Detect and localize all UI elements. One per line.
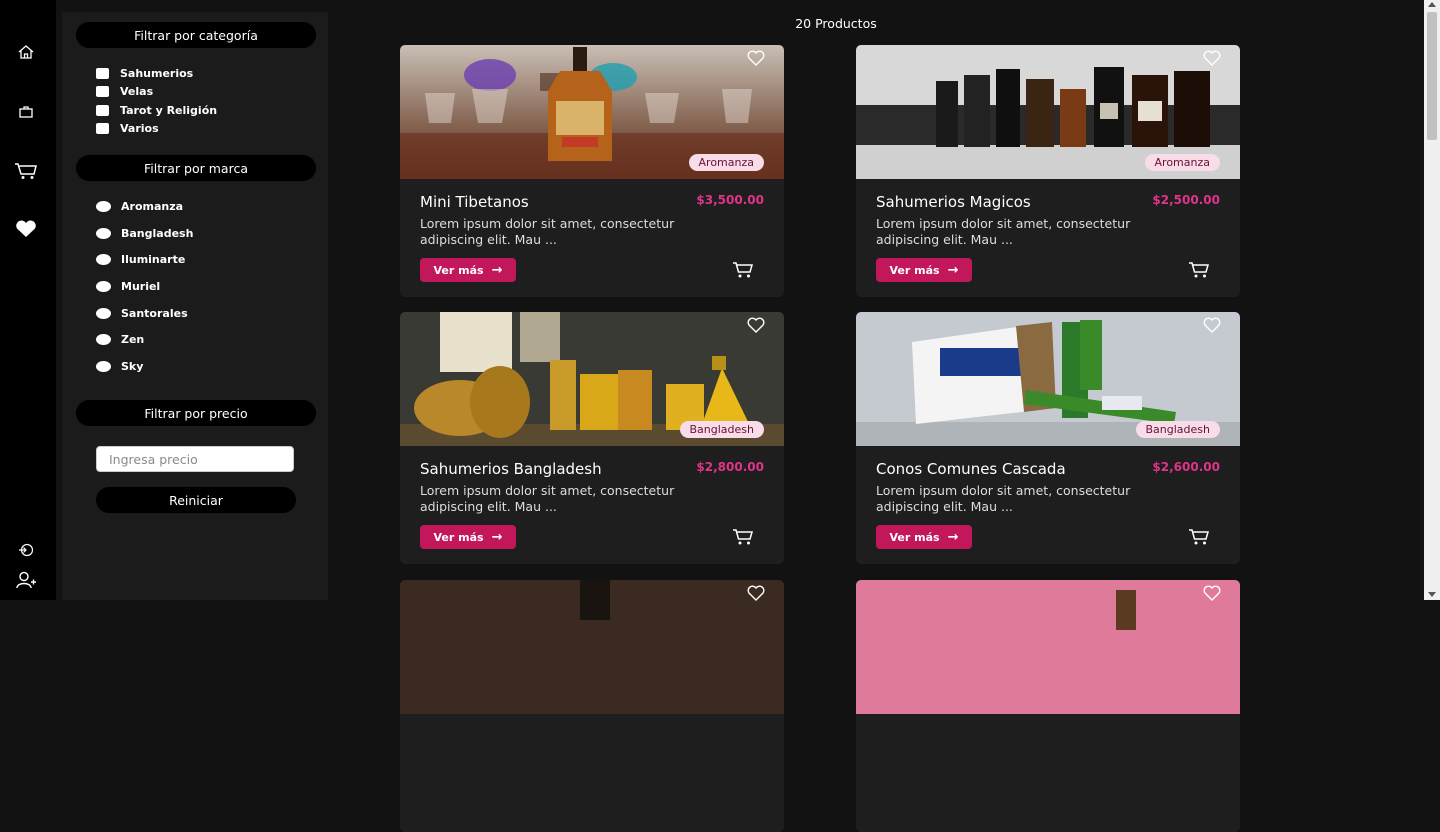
filters-panel: Filtrar por categoría Sahumerios Velas T… <box>62 12 328 600</box>
brand-filter-list: Aromanza Bangladesh Iluminarte Muriel Sa… <box>96 193 193 380</box>
view-more-button[interactable]: Ver más → <box>876 525 972 549</box>
view-more-label: Ver más <box>433 263 484 277</box>
products-count: 20 Productos <box>795 16 877 31</box>
favorite-heart-icon[interactable] <box>747 585 765 601</box>
add-user-icon[interactable] <box>14 568 38 592</box>
scrollbar-thumb[interactable] <box>1427 12 1437 140</box>
brand-option-label: Bangladesh <box>121 226 194 240</box>
checkbox[interactable] <box>96 123 109 135</box>
favorite-heart-icon[interactable] <box>747 50 765 66</box>
product-description: Lorem ipsum dolor sit amet, consectetur … <box>420 216 675 247</box>
product-description: Lorem ipsum dolor sit amet, consectetur … <box>876 483 1131 514</box>
scrollbar[interactable] <box>1424 0 1440 600</box>
category-option[interactable]: Velas <box>96 83 217 102</box>
product-card: Aromanza Mini Tibetanos $3,500.00 Lorem … <box>400 45 784 297</box>
arrow-right-icon: → <box>491 262 503 278</box>
brand-option-label: Sky <box>121 359 144 373</box>
scroll-up-arrow-icon[interactable] <box>1428 2 1436 7</box>
home-icon[interactable] <box>14 40 38 64</box>
product-title: Sahumerios Bangladesh <box>420 460 602 478</box>
reset-button[interactable]: Reiniciar <box>96 487 296 513</box>
category-option[interactable]: Varios <box>96 120 217 139</box>
radio-button[interactable] <box>96 200 111 212</box>
category-option[interactable]: Sahumerios <box>96 64 217 83</box>
brand-option-label: Aromanza <box>121 199 184 213</box>
checkbox[interactable] <box>96 67 109 79</box>
logout-icon[interactable] <box>14 538 38 562</box>
radio-button[interactable] <box>96 280 111 292</box>
product-title: Mini Tibetanos <box>420 193 529 211</box>
view-more-button[interactable]: Ver más → <box>420 258 516 282</box>
product-price: $2,500.00 <box>1152 193 1220 207</box>
favorite-heart-icon[interactable] <box>1203 585 1221 601</box>
category-option-label: Tarot y Religión <box>120 103 218 117</box>
product-title: Conos Comunes Cascada <box>876 460 1066 478</box>
cart-icon[interactable] <box>14 159 38 183</box>
brand-option[interactable]: Muriel <box>96 273 193 300</box>
view-more-button[interactable]: Ver más → <box>876 258 972 282</box>
view-more-label: Ver más <box>433 530 484 544</box>
product-image <box>400 580 784 714</box>
product-card: Bangladesh Sahumerios Bangladesh $2,800.… <box>400 312 784 564</box>
product-price: $3,500.00 <box>696 193 764 207</box>
category-option-label: Varios <box>120 122 159 136</box>
brand-option-label: Zen <box>121 333 145 347</box>
radio-button[interactable] <box>96 334 111 346</box>
category-option[interactable]: Tarot y Religión <box>96 101 217 120</box>
radio-button[interactable] <box>96 360 111 372</box>
product-description: Lorem ipsum dolor sit amet, consectetur … <box>420 483 675 514</box>
product-description: Lorem ipsum dolor sit amet, consectetur … <box>876 216 1131 247</box>
category-option-label: Sahumerios <box>120 66 194 80</box>
checkbox[interactable] <box>96 104 109 116</box>
arrow-right-icon: → <box>491 529 503 545</box>
price-filter-title: Filtrar por precio <box>76 400 316 426</box>
brand-option[interactable]: Aromanza <box>96 193 193 220</box>
checkbox[interactable] <box>96 86 109 98</box>
favorite-heart-icon[interactable] <box>747 317 765 333</box>
brand-option[interactable]: Bangladesh <box>96 220 193 247</box>
product-card: Aromanza Sahumerios Magicos $2,500.00 Lo… <box>856 45 1240 297</box>
favorite-heart-icon[interactable] <box>1203 50 1221 66</box>
radio-button[interactable] <box>96 227 111 239</box>
brand-option-label: Muriel <box>121 279 161 293</box>
add-to-cart-icon[interactable] <box>732 528 754 546</box>
add-to-cart-icon[interactable] <box>732 261 754 279</box>
arrow-right-icon: → <box>947 529 959 545</box>
view-more-label: Ver más <box>889 530 940 544</box>
brand-option[interactable]: Sky <box>96 353 193 380</box>
brand-badge: Aromanza <box>688 154 764 171</box>
view-more-button[interactable]: Ver más → <box>420 525 516 549</box>
brand-option[interactable]: Iluminarte <box>96 246 193 273</box>
category-filter-list: Sahumerios Velas Tarot y Religión Varios <box>96 64 217 138</box>
product-price: $2,600.00 <box>1152 460 1220 474</box>
view-more-label: Ver más <box>889 263 940 277</box>
category-filter-title: Filtrar por categoría <box>76 22 316 48</box>
brand-badge: Bangladesh <box>679 421 764 438</box>
product-image <box>856 580 1240 714</box>
brand-option-label: Santorales <box>121 306 188 320</box>
scroll-down-arrow-icon[interactable] <box>1428 592 1436 597</box>
radio-button[interactable] <box>96 307 111 319</box>
product-title: Sahumerios Magicos <box>876 193 1031 211</box>
brand-badge: Bangladesh <box>1135 421 1220 438</box>
add-to-cart-icon[interactable] <box>1188 528 1210 546</box>
price-input[interactable] <box>96 446 294 472</box>
product-card <box>856 580 1240 832</box>
product-price: $2,800.00 <box>696 460 764 474</box>
brand-option[interactable]: Santorales <box>96 300 193 327</box>
add-to-cart-icon[interactable] <box>1188 261 1210 279</box>
product-card: Bangladesh Conos Comunes Cascada $2,600.… <box>856 312 1240 564</box>
brand-filter-title: Filtrar por marca <box>76 155 316 181</box>
icon-rail <box>0 0 56 600</box>
brand-badge: Aromanza <box>1144 154 1220 171</box>
arrow-right-icon: → <box>947 262 959 278</box>
favorite-heart-icon[interactable] <box>1203 317 1221 333</box>
brand-option[interactable]: Zen <box>96 326 193 353</box>
heart-icon[interactable] <box>14 217 38 241</box>
product-card <box>400 580 784 832</box>
radio-button[interactable] <box>96 254 111 266</box>
shopping-bag-icon[interactable] <box>14 99 38 123</box>
category-option-label: Velas <box>120 85 154 99</box>
brand-option-label: Iluminarte <box>121 253 186 267</box>
